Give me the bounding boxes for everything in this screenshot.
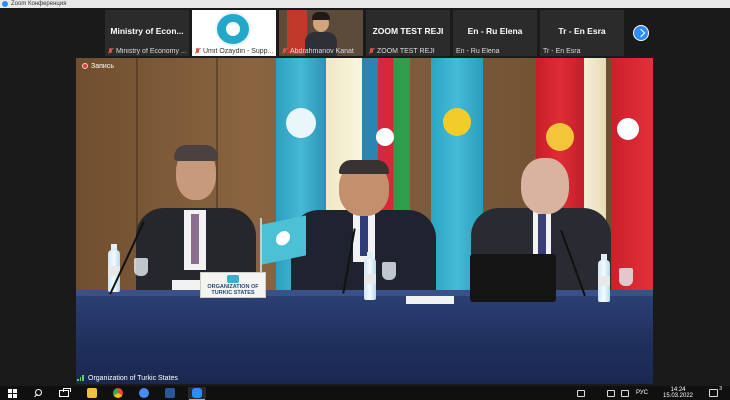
tray-battery[interactable]: [620, 387, 630, 399]
notification-icon: [708, 389, 718, 397]
tie: [360, 216, 368, 256]
participant-tile[interactable]: ZOOM TEST REJI ZOOM TEST REJI: [366, 10, 450, 56]
papers: [406, 296, 454, 304]
notification-count: 3: [719, 386, 722, 392]
participant-tile[interactable]: Tr - En Esra Tr - En Esra: [540, 10, 624, 56]
participant-tile[interactable]: En - Ru Elena En - Ru Elena: [453, 10, 537, 56]
flag-emblem: [376, 128, 394, 146]
participant-display-name: ZOOM TEST REJI: [372, 26, 444, 36]
task-view-icon: [59, 387, 71, 397]
water-bottle: [598, 254, 610, 302]
start-button[interactable]: [4, 387, 20, 399]
participant-tile[interactable]: Abdrahmanov Kanat: [279, 10, 363, 56]
participant-display-name: Tr - En Esra: [558, 26, 606, 36]
laptop: [470, 254, 556, 302]
windows-taskbar: РУС 14:24 15.03.2022 3: [0, 386, 730, 400]
tray-network[interactable]: [576, 387, 586, 399]
chrome-icon: [113, 388, 123, 398]
participant-display-name: En - Ru Elena: [467, 26, 523, 36]
main-video[interactable]: ORGANIZATION OF TURKIC STATES Запись: [76, 58, 653, 384]
participant-label: Ministry of Economy ...: [108, 48, 187, 55]
participant-label: Abdrahmanov Kanat: [282, 48, 361, 55]
nameplate-text: ORGANIZATION OF TURKIC STATES: [207, 284, 259, 296]
tray-volume[interactable]: [606, 387, 616, 399]
zoom-logo-icon: [2, 1, 8, 7]
audio-level-icon: [77, 374, 85, 381]
file-explorer-icon: [87, 388, 97, 398]
window-title: Zoom Конференция: [11, 1, 67, 7]
muted-mic-icon: [195, 48, 201, 54]
tie: [191, 214, 199, 264]
zoom-icon: [192, 388, 202, 398]
participant-label: En - Ru Elena: [456, 48, 500, 55]
word-button[interactable]: [162, 387, 178, 399]
tie: [538, 214, 546, 254]
water-bottle: [364, 252, 376, 300]
table-cloth: [76, 296, 653, 384]
flag-emblem: [443, 108, 471, 136]
chrome-alt-icon: [139, 388, 149, 398]
windows-start-icon: [7, 388, 17, 398]
muted-mic-icon: [108, 48, 114, 54]
participant-label: ZOOM TEST REJI: [369, 48, 448, 55]
hair: [339, 160, 389, 174]
head: [521, 158, 569, 214]
task-view-button[interactable]: [56, 387, 72, 399]
browser-button[interactable]: [136, 387, 152, 399]
active-speaker-label: Organization of Turkic States: [77, 374, 178, 382]
organization-logo-icon: [227, 275, 239, 283]
search-icon: [34, 388, 43, 398]
participant-tile[interactable]: Ministry of Econ... Ministry of Economy …: [105, 10, 189, 56]
language-indicator[interactable]: РУС: [634, 387, 650, 399]
organization-emblem-icon: [215, 12, 251, 46]
word-icon: [165, 388, 175, 398]
window-titlebar: Zoom Конференция: [0, 0, 730, 8]
water-glass: [619, 268, 633, 286]
zoom-button[interactable]: [188, 387, 206, 400]
flag-emblem: [546, 123, 574, 151]
record-icon: [82, 63, 88, 69]
chrome-button[interactable]: [110, 387, 126, 399]
search-button[interactable]: [30, 387, 46, 399]
network-icon: [577, 389, 585, 397]
flag-emblem: [617, 118, 639, 140]
muted-mic-icon: [369, 48, 375, 54]
clock-date: 15.03.2022: [662, 393, 694, 399]
participant-label: Tr - En Esra: [543, 48, 581, 55]
recording-label: Запись: [91, 63, 114, 70]
next-participants-button[interactable]: [633, 25, 649, 41]
person-hair: [312, 12, 330, 20]
hair: [174, 145, 218, 161]
participant-label: Umit Ozaydin - Supp...: [195, 48, 274, 55]
participant-strip: Ministry of Econ... Ministry of Economy …: [0, 8, 730, 58]
notification-center-button[interactable]: 3: [706, 386, 722, 399]
clock[interactable]: 14:24 15.03.2022: [662, 387, 694, 399]
muted-mic-icon: [282, 48, 288, 54]
volume-icon: [607, 389, 615, 397]
recording-indicator[interactable]: Запись: [82, 63, 114, 70]
water-glass: [134, 258, 148, 276]
battery-icon: [621, 389, 629, 397]
flag-emblem: [276, 229, 290, 247]
flag-turkey: [611, 58, 653, 293]
participant-tile[interactable]: Umit Ozaydin - Supp...: [192, 10, 276, 56]
active-speaker-name: Organization of Turkic States: [88, 375, 178, 382]
participant-display-name: Ministry of Econ...: [110, 26, 184, 36]
flag-emblem: [286, 108, 316, 138]
nameplate: ORGANIZATION OF TURKIC STATES: [200, 272, 266, 298]
file-explorer-button[interactable]: [84, 387, 100, 399]
water-glass: [382, 262, 396, 280]
